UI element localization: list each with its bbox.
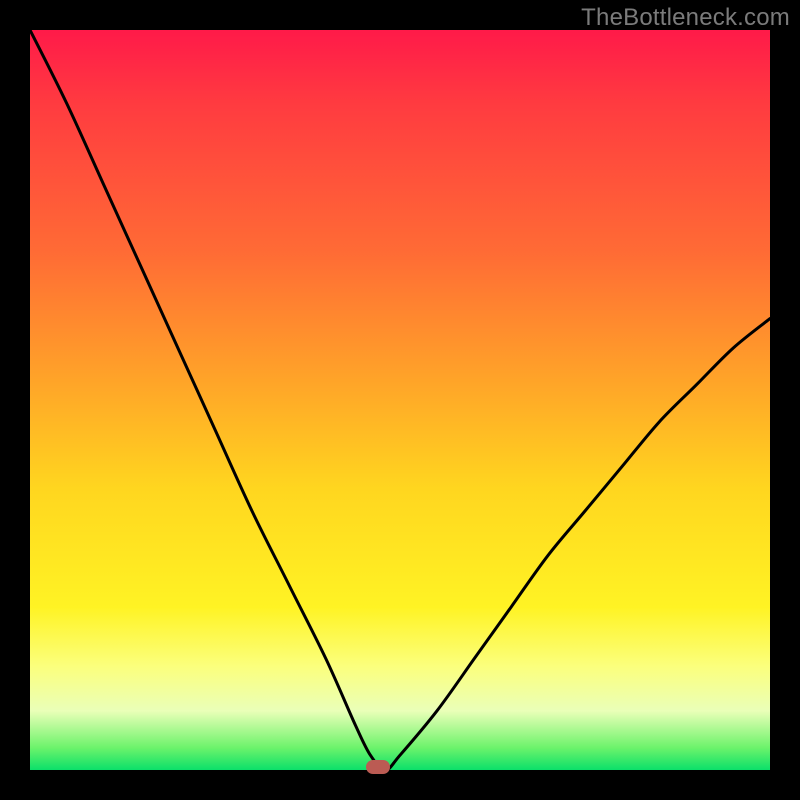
optimal-marker bbox=[366, 760, 390, 774]
plot-area bbox=[30, 30, 770, 770]
curve-svg bbox=[30, 30, 770, 770]
chart-frame: TheBottleneck.com bbox=[0, 0, 800, 800]
watermark-text: TheBottleneck.com bbox=[581, 4, 790, 32]
bottleneck-curve bbox=[30, 30, 770, 770]
